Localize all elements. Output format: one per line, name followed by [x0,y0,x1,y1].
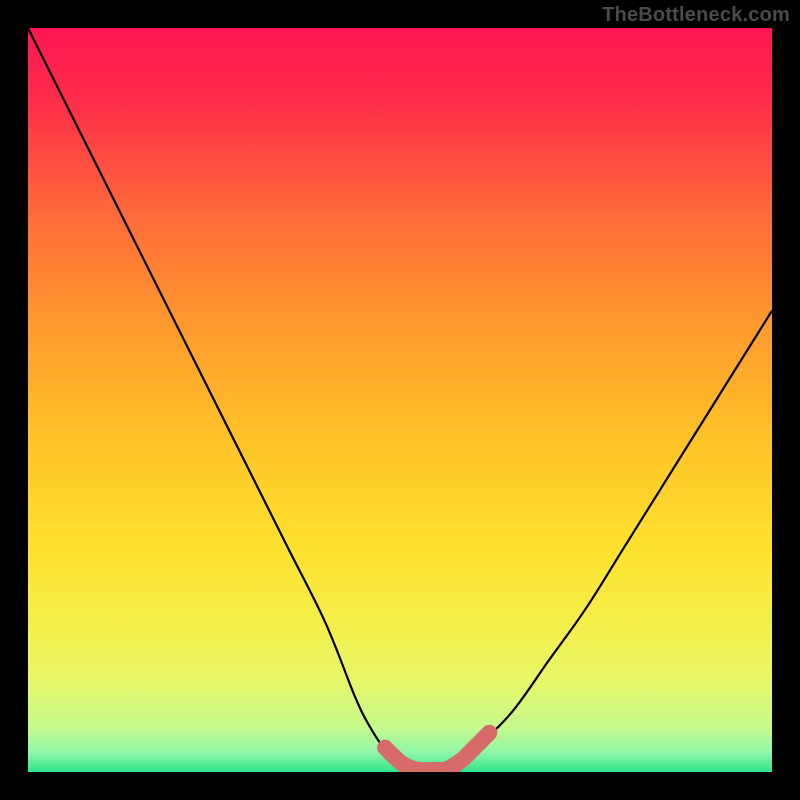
bottleneck-chart-svg [28,28,772,772]
plot-area [28,28,772,772]
watermark-text: TheBottleneck.com [602,4,790,27]
gradient-background [28,28,772,772]
chart-frame: TheBottleneck.com [0,0,800,800]
